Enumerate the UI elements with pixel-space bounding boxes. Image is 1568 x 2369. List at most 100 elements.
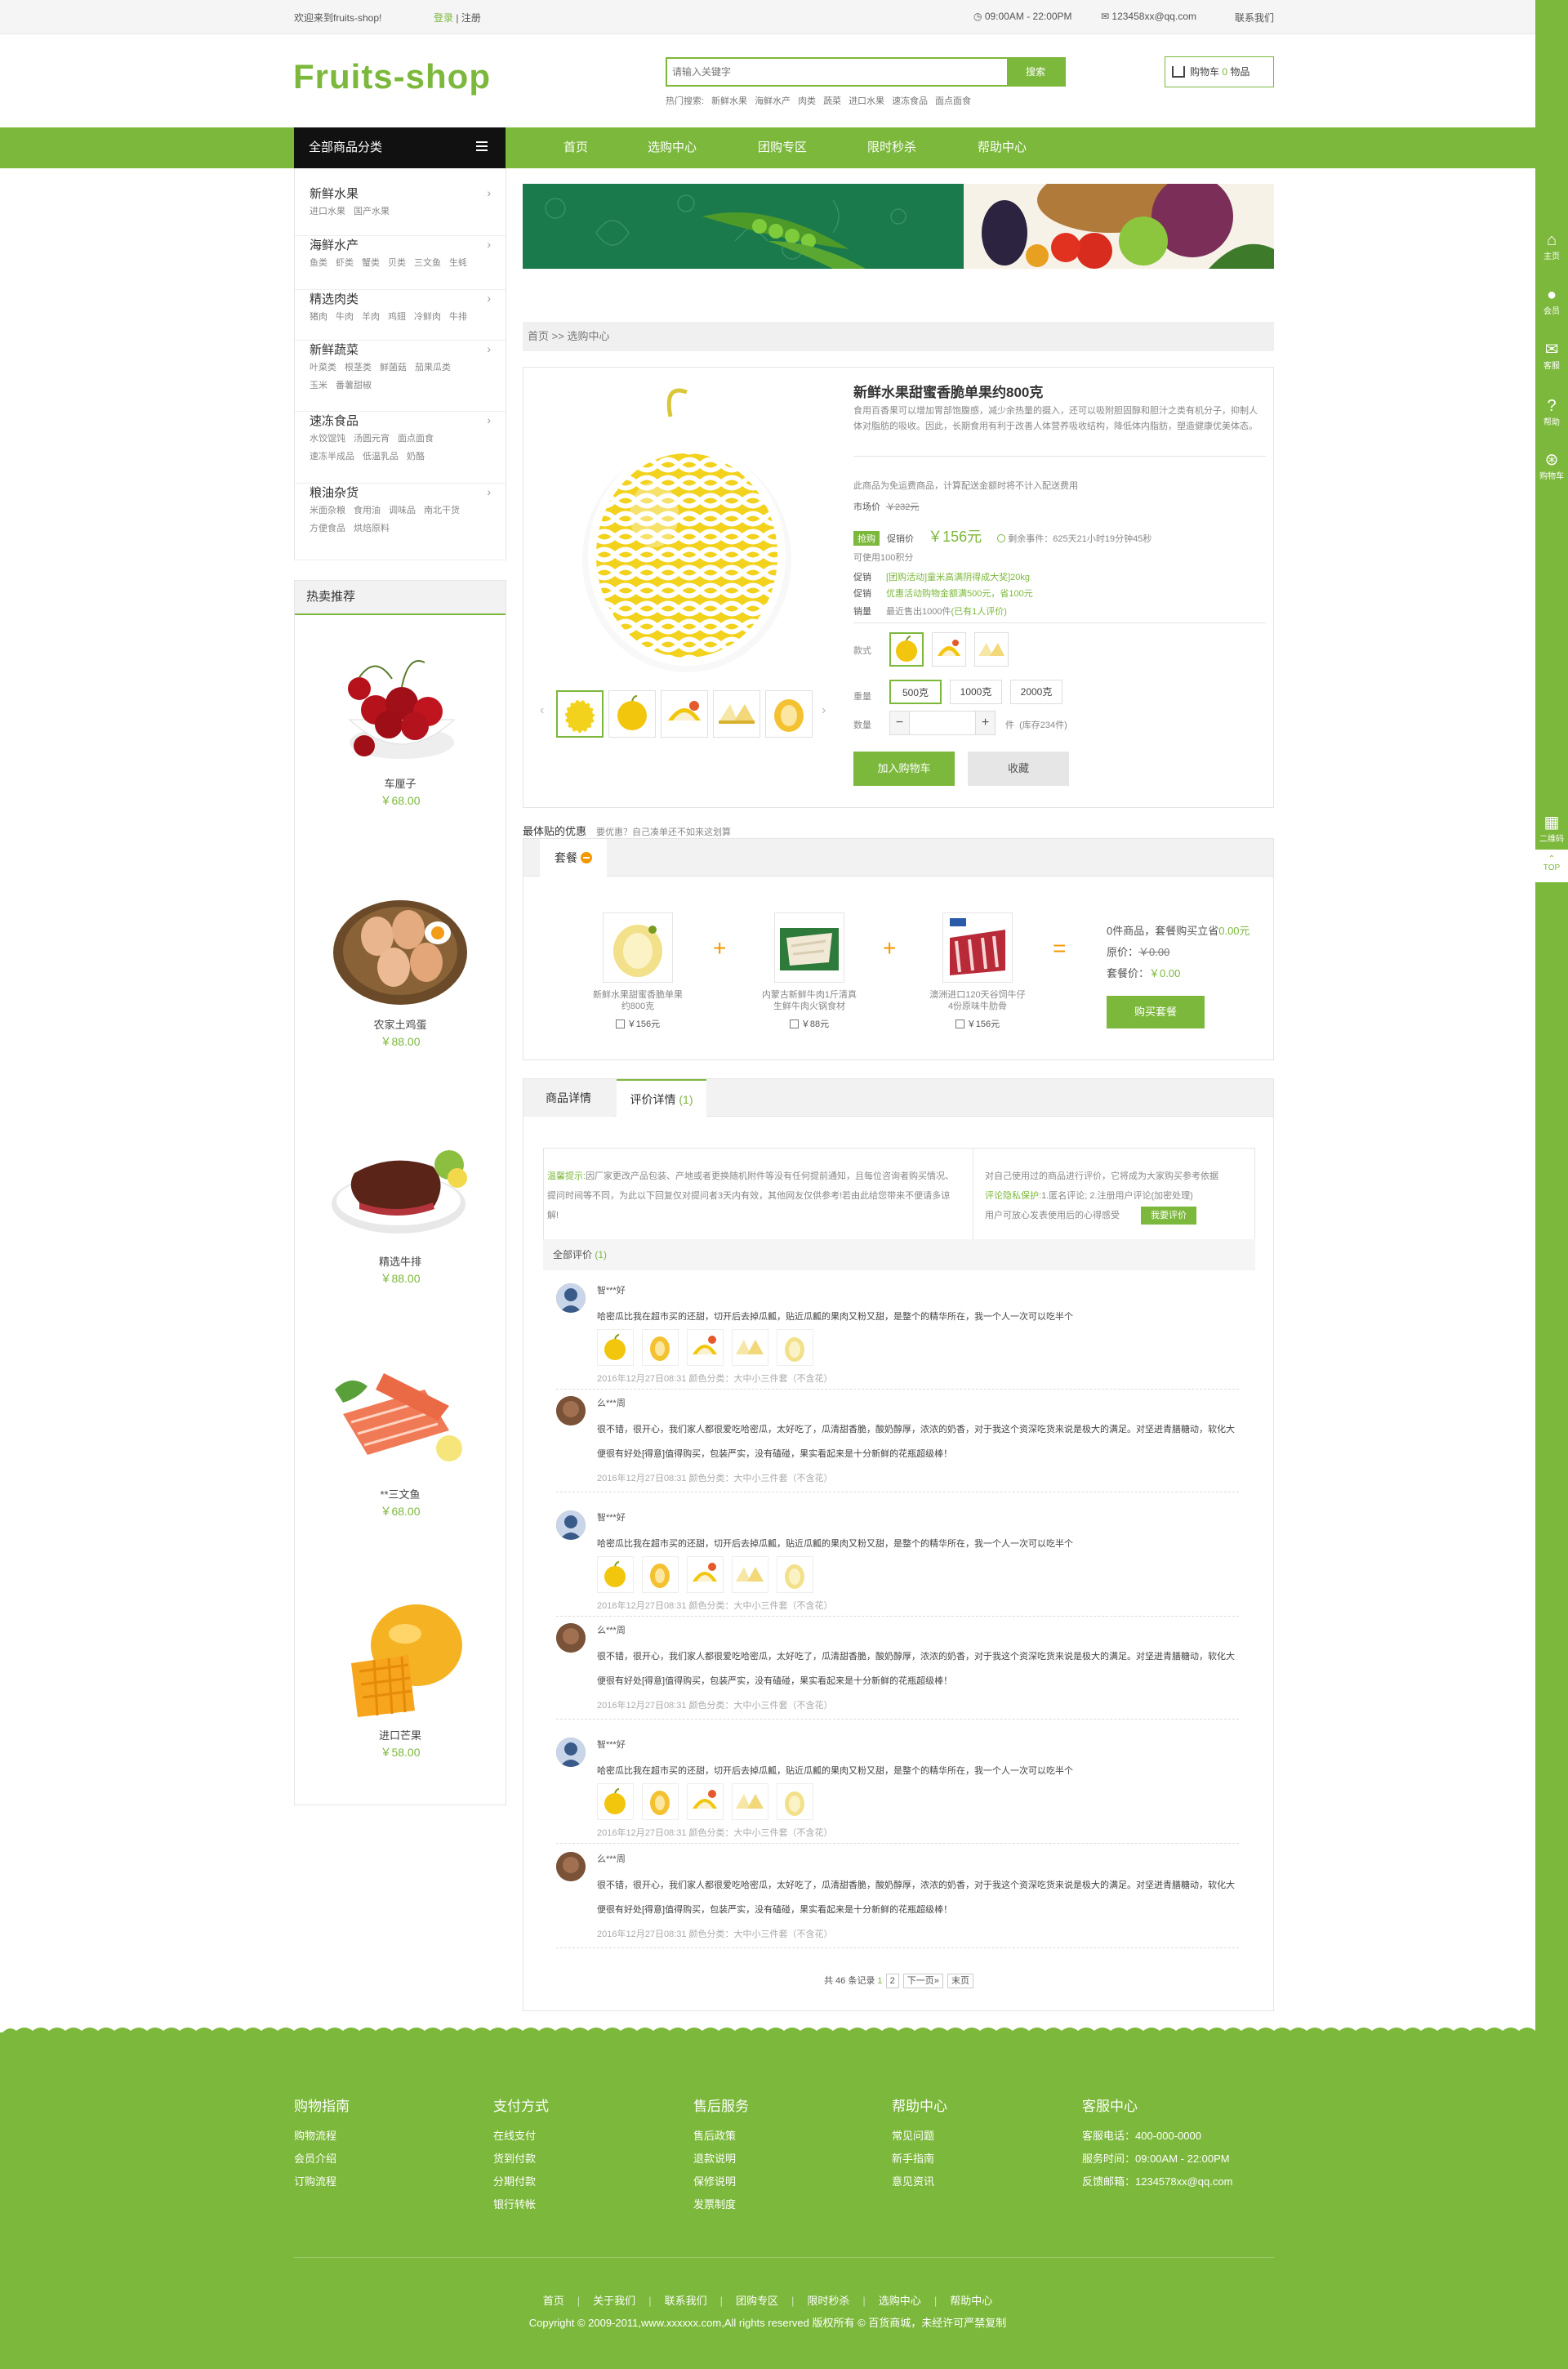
review-photo[interactable] — [777, 1783, 813, 1820]
quantity-decrease-button[interactable]: − — [890, 712, 910, 734]
tab-product-details[interactable]: 商品详情 — [523, 1079, 613, 1117]
pager-next[interactable]: 下一页» — [902, 1974, 943, 1988]
right-member-button[interactable]: ● 会员 — [1535, 286, 1568, 316]
hot-search-word[interactable]: 面点面食 — [935, 96, 971, 106]
category-sub-link[interactable]: 牛排 — [449, 312, 467, 322]
category-sub-link[interactable]: 鸡翅 — [388, 312, 406, 322]
footer-link[interactable]: 订购流程 — [294, 2170, 350, 2193]
hot-search-word[interactable]: 海鲜水产 — [755, 96, 791, 106]
right-cart-button[interactable]: ⊛ 购物车 — [1535, 451, 1568, 481]
hot-search-word[interactable]: 进口水果 — [849, 96, 884, 106]
category-sub-link[interactable]: 低温乳品 — [363, 452, 399, 462]
review-photo[interactable] — [687, 1556, 724, 1593]
category-group[interactable]: 精选肉类 › 猪肉 牛肉 羊肉 鸡翅 冷鲜肉 牛排 — [295, 290, 506, 341]
category-sub-link[interactable]: 茄果瓜类 — [415, 363, 451, 373]
category-sub-link[interactable]: 叶菜类 — [310, 363, 336, 373]
thumb-next-arrow[interactable]: › — [822, 703, 826, 718]
promo-text[interactable]: [团购活动]童米高满阴得成大奖]20kg — [886, 573, 1030, 582]
category-sub-link[interactable]: 鱼类 — [310, 258, 327, 268]
footer-nav-link[interactable]: 团购专区 — [736, 2295, 778, 2307]
nav-item-shop[interactable]: 选购中心 — [648, 127, 697, 168]
hot-item[interactable]: 进口芒果 ￥58.00 — [295, 1598, 506, 1760]
breadcrumb-home[interactable]: 首页 — [528, 330, 549, 342]
combo-item-checkbox[interactable] — [615, 1019, 625, 1028]
right-home-button[interactable]: ⌂ 主页 — [1535, 231, 1568, 261]
thumbnail[interactable] — [713, 690, 760, 738]
weight-option[interactable]: 1000克 — [950, 680, 1002, 704]
footer-nav-link[interactable]: 帮助中心 — [950, 2295, 992, 2307]
footer-nav-link[interactable]: 选购中心 — [879, 2295, 921, 2307]
tab-combo[interactable]: 套餐 — [540, 839, 607, 877]
review-photo[interactable] — [642, 1556, 679, 1593]
review-photo[interactable] — [687, 1329, 724, 1366]
hot-search-word[interactable]: 蔬菜 — [823, 96, 841, 106]
category-sub-link[interactable]: 米面杂粮 — [310, 506, 345, 515]
category-sub-link[interactable]: 三文鱼 — [414, 258, 441, 268]
footer-link[interactable]: 意见资讯 — [892, 2170, 947, 2193]
thumb-prev-arrow[interactable]: ‹ — [540, 703, 544, 718]
right-help-button[interactable]: ? 帮助 — [1535, 397, 1568, 427]
header-cart-button[interactable]: 购物车 0 物品 — [1165, 56, 1274, 87]
hot-item[interactable]: 精选牛排 ￥88.00 — [295, 1124, 506, 1287]
pager-page-1[interactable]: 1 — [877, 1976, 882, 1986]
review-photo[interactable] — [732, 1783, 768, 1820]
footer-link[interactable]: 在线支付 — [493, 2125, 549, 2148]
search-button[interactable]: 搜索 — [1007, 59, 1064, 85]
category-sub-link[interactable]: 生蚝 — [449, 258, 467, 268]
category-sub-link[interactable]: 汤圆元宵 — [354, 434, 390, 444]
review-count-link[interactable]: (已有1人评价) — [951, 607, 1006, 617]
review-photo[interactable] — [777, 1329, 813, 1366]
weight-option[interactable]: 2000克 — [1010, 680, 1062, 704]
nav-item-home[interactable]: 首页 — [564, 127, 588, 168]
category-sub-link[interactable]: 贝类 — [388, 258, 406, 268]
hot-search-word[interactable]: 新鲜水果 — [711, 96, 747, 106]
tab-reviews[interactable]: 评价详情 (1) — [617, 1079, 706, 1117]
nav-item-flash[interactable]: 限时秒杀 — [867, 127, 916, 168]
combo-item-checkbox[interactable] — [789, 1019, 799, 1028]
category-sub-link[interactable]: 面点面食 — [398, 434, 434, 444]
category-group[interactable]: 速冻食品 › 水饺馄饨 汤圆元宵 面点面食 速冻半成品 低温乳品 奶酪 — [295, 412, 506, 484]
quantity-increase-button[interactable]: + — [975, 712, 995, 734]
category-sub-link[interactable]: 烘焙原料 — [354, 524, 390, 533]
category-sub-link[interactable]: 根茎类 — [345, 363, 372, 373]
category-title[interactable]: 海鲜水产 — [310, 236, 359, 253]
footer-link[interactable]: 新手指南 — [892, 2148, 947, 2170]
category-sub-link[interactable]: 速冻半成品 — [310, 452, 354, 462]
category-sub-link[interactable]: 猪肉 — [310, 312, 327, 322]
review-photo[interactable] — [597, 1329, 634, 1366]
nav-item-help[interactable]: 帮助中心 — [978, 127, 1027, 168]
pager-last[interactable]: 末页 — [947, 1974, 973, 1988]
combo-item[interactable]: 澳洲进口120天谷饲牛仔4份原味牛肋骨 ￥156元 — [929, 912, 1027, 1030]
category-title[interactable]: 新鲜蔬菜 — [310, 341, 359, 358]
category-sub-link[interactable]: 奶酪 — [407, 452, 425, 462]
category-sub-link[interactable]: 南北干货 — [424, 506, 460, 515]
site-logo[interactable]: Fruits-shop — [293, 57, 491, 96]
qr-code-button[interactable]: ▦ 二维码 — [1535, 814, 1568, 844]
category-group[interactable]: 新鲜水果 › 进口水果 国产水果 — [295, 185, 506, 236]
combo-item-checkbox[interactable] — [955, 1019, 964, 1028]
favorite-button[interactable]: 收藏 — [968, 752, 1069, 786]
review-photo[interactable] — [597, 1556, 634, 1593]
category-sub-link[interactable]: 方便食品 — [310, 524, 345, 533]
category-group[interactable]: 海鲜水产 › 鱼类 虾类 蟹类 贝类 三文鱼 生蚝 — [295, 236, 506, 290]
footer-link[interactable]: 购物流程 — [294, 2125, 350, 2148]
category-sub-link[interactable]: 调味品 — [389, 506, 416, 515]
pager-page-2[interactable]: 2 — [885, 1974, 899, 1988]
back-to-top-button[interactable]: ⌃ TOP — [1535, 850, 1568, 882]
thumbnail[interactable] — [556, 690, 604, 738]
hot-item[interactable]: **三文鱼 ￥68.00 — [295, 1357, 506, 1519]
review-photo[interactable] — [642, 1783, 679, 1820]
combo-item[interactable]: 新鲜水果甜蜜香脆单果约800克 ￥156元 — [589, 912, 687, 1030]
category-group[interactable]: 粮油杂货 › 米面杂粮 食用油 调味品 南北干货 方便食品 烘焙原料 — [295, 484, 506, 560]
category-sub-link[interactable]: 蟹类 — [362, 258, 380, 268]
category-sub-link[interactable]: 进口水果 — [310, 207, 345, 216]
search-input[interactable] — [672, 64, 999, 80]
footer-nav-link[interactable]: 联系我们 — [665, 2295, 707, 2307]
hot-search-word[interactable]: 速冻食品 — [892, 96, 928, 106]
category-sub-link[interactable]: 牛肉 — [336, 312, 354, 322]
thumbnail[interactable] — [661, 690, 708, 738]
right-service-button[interactable]: ✉ 客服 — [1535, 341, 1568, 371]
footer-link[interactable]: 保修说明 — [693, 2170, 749, 2193]
category-sub-link[interactable]: 食用油 — [354, 506, 381, 515]
style-option[interactable] — [974, 632, 1009, 667]
